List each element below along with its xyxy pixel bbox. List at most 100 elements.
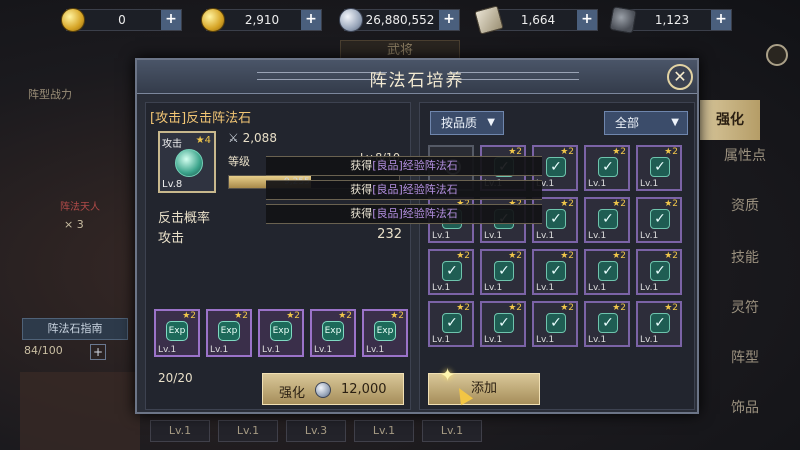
stone-guide-button[interactable]: 阵法石指南 <box>22 318 128 340</box>
side-tab-4[interactable]: 灵符 <box>700 288 790 328</box>
exp-stone-icon: Exp <box>374 321 396 341</box>
stone-inventory-item[interactable]: ★2 ✓ Lv.1 <box>584 249 630 295</box>
side-tab-3[interactable]: 技能 <box>700 238 790 278</box>
item-stars: ★2 <box>286 311 300 321</box>
exp-stone-icon: Exp <box>166 321 188 341</box>
check-icon: ✓ <box>546 261 566 281</box>
item-level: Lv.1 <box>640 335 659 345</box>
item-stars-value: 2 <box>568 147 574 157</box>
currency-4: 1,123 + <box>609 6 732 34</box>
item-stars: ★2 <box>612 251 626 261</box>
item-stars-value: 2 <box>672 251 678 261</box>
currency-value: 26,880,552 <box>365 13 435 27</box>
item-level: Lv.1 <box>588 231 607 241</box>
stone-inventory-item[interactable]: ★2 ✓ Lv.1 <box>480 249 526 295</box>
close-button[interactable]: ✕ <box>667 64 693 90</box>
enhance-button[interactable]: 强化 12,000 <box>262 373 404 405</box>
stone-power-value: 2,088 <box>242 131 277 145</box>
item-level: Lv.1 <box>432 283 451 293</box>
exp-material-item[interactable]: ★2 Exp Lv.1 <box>154 309 200 357</box>
exp-material-item[interactable]: ★2 Exp Lv.1 <box>362 309 408 357</box>
currency-add-button[interactable]: + <box>161 10 181 30</box>
background-slot: Lv.3 <box>286 420 346 442</box>
currency-add-button[interactable]: + <box>301 10 321 30</box>
item-level: Lv.1 <box>640 231 659 241</box>
stone-inventory-item[interactable]: ★2 ✓ Lv.1 <box>584 301 630 347</box>
background-slot: Lv.1 <box>150 420 210 442</box>
item-level: Lv.1 <box>588 335 607 345</box>
sword-icon: ⚔ <box>228 131 239 145</box>
silver-coin-icon <box>339 8 363 32</box>
toast-item: [良品]经验阵法石 <box>372 207 458 220</box>
chevron-down-icon: ▼ <box>487 117 495 128</box>
stone-power: ⚔ 2,088 <box>228 131 277 145</box>
item-stars-value: 2 <box>464 251 470 261</box>
item-level: Lv.1 <box>158 345 177 355</box>
settings-icon[interactable] <box>766 44 788 66</box>
item-stars-value: 2 <box>568 199 574 209</box>
exp-icon-label: Exp <box>376 326 394 336</box>
stone-inventory-item[interactable]: ★2 ✓ Lv.1 <box>428 249 474 295</box>
check-icon: ✓ <box>546 157 566 177</box>
item-level: Lv.1 <box>536 231 555 241</box>
currency-add-button[interactable]: + <box>711 10 731 30</box>
stone-inventory-item[interactable]: ★2 ✓ Lv.1 <box>428 301 474 347</box>
item-stars: ★2 <box>612 147 626 157</box>
currency-1: 2,910 + <box>201 8 322 32</box>
stone-level: Lv.8 <box>162 179 183 190</box>
stone-inventory-item[interactable]: ★2 ✓ Lv.1 <box>532 249 578 295</box>
currency-value: 2,910 <box>244 13 280 27</box>
side-tab-0[interactable]: 强化 <box>700 100 760 140</box>
side-tab-5[interactable]: 阵型 <box>700 338 790 378</box>
stone-inventory-item[interactable]: ★2 ✓ Lv.1 <box>636 145 682 191</box>
item-stars: ★2 <box>456 251 470 261</box>
item-stars: ★2 <box>508 303 522 313</box>
item-stars: ★2 <box>234 311 248 321</box>
item-level: Lv.1 <box>314 345 333 355</box>
capacity-add-button[interactable]: + <box>90 344 106 360</box>
item-stars: ★2 <box>338 311 352 321</box>
stone-inventory-item[interactable]: ★2 ✓ Lv.1 <box>480 301 526 347</box>
background-slot: Lv.1 <box>354 420 414 442</box>
item-stars-value: 2 <box>620 147 626 157</box>
stone-inventory-panel: 按品质▼ 全部▼ +★2 ✓ Lv.1★2 ✓ Lv.1★2 ✓ Lv.1★2 … <box>419 102 695 410</box>
side-tab-2[interactable]: 资质 <box>700 186 790 226</box>
toast-prefix: 获得 <box>350 183 373 196</box>
book-icon <box>474 5 504 35</box>
item-stars-value: 2 <box>516 303 522 313</box>
stone-inventory-item[interactable]: ★2 ✓ Lv.1 <box>636 301 682 347</box>
check-icon: ✓ <box>442 261 462 281</box>
formation-count-value: 3 <box>76 218 84 231</box>
exp-icon-label: Exp <box>272 326 290 336</box>
formation-count: × 3 <box>64 218 84 231</box>
stone-inventory-item[interactable]: ★2 ✓ Lv.1 <box>584 145 630 191</box>
stone-inventory-item[interactable]: ★2 ✓ Lv.1 <box>584 197 630 243</box>
toast-notification: 获得[良品]经验阵法石 <box>266 180 542 200</box>
item-stars-value: 2 <box>672 147 678 157</box>
side-tab-6[interactable]: 饰品 <box>700 388 790 428</box>
quality-filter-dropdown[interactable]: 按品质 ▼ <box>430 111 504 135</box>
check-icon: ✓ <box>650 209 670 229</box>
side-tab-1[interactable]: 属性点 <box>700 136 790 176</box>
enhance-cost: 12,000 <box>341 382 387 397</box>
exp-stone-icon: Exp <box>270 321 292 341</box>
item-level: Lv.1 <box>432 335 451 345</box>
exp-material-item[interactable]: ★2 Exp Lv.1 <box>310 309 356 357</box>
item-level: Lv.1 <box>536 283 555 293</box>
exp-material-item[interactable]: ★2 Exp Lv.1 <box>206 309 252 357</box>
stone-inventory-item[interactable]: ★2 ✓ Lv.1 <box>636 197 682 243</box>
stone-stars-value: 4 <box>204 135 211 146</box>
item-level: Lv.1 <box>366 345 385 355</box>
stone-inventory-item[interactable]: ★2 ✓ Lv.1 <box>636 249 682 295</box>
stone-inventory-item[interactable]: ★2 ✓ Lv.1 <box>532 301 578 347</box>
selected-stone-slot[interactable]: 攻击 ★4 Lv.8 <box>158 131 216 193</box>
exp-material-item[interactable]: ★2 Exp Lv.1 <box>258 309 304 357</box>
currency-add-button[interactable]: + <box>577 10 597 30</box>
all-filter-dropdown[interactable]: 全部 ▼ <box>604 111 688 135</box>
check-icon: ✓ <box>546 313 566 333</box>
currency-add-button[interactable]: + <box>439 10 459 30</box>
enhance-label: 强化 <box>279 386 306 401</box>
check-icon: ✓ <box>650 157 670 177</box>
item-stars: ★2 <box>560 199 574 209</box>
stone-name: [攻击]反击阵法石 <box>150 111 252 126</box>
